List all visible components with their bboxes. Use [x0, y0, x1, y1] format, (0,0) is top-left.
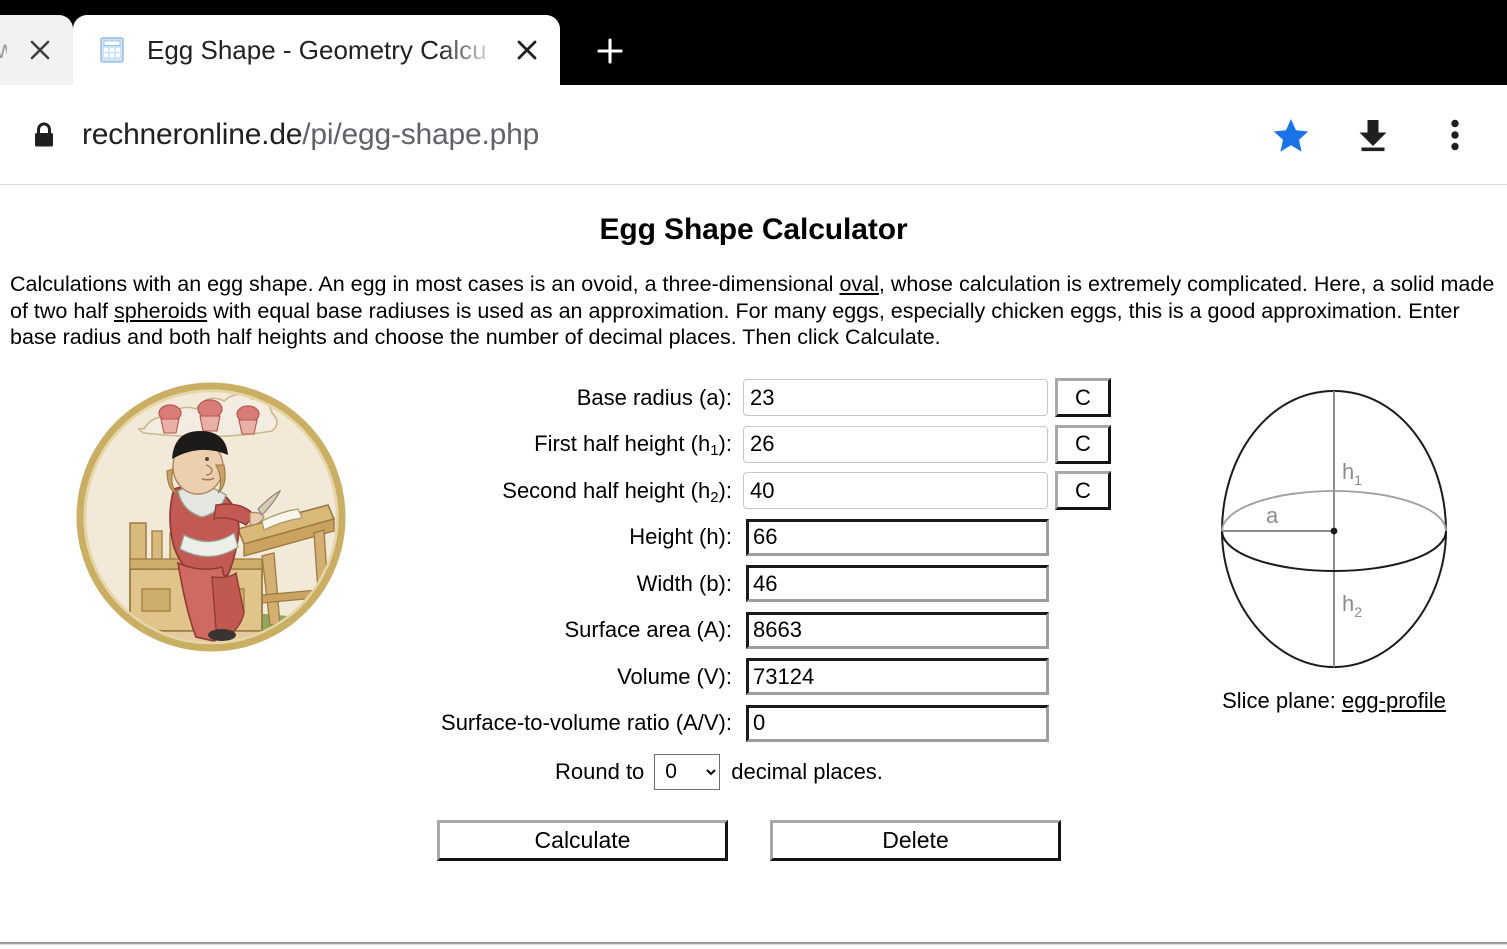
download-icon[interactable] — [1345, 107, 1401, 163]
output-surface-to-volume-ratio[interactable] — [746, 704, 1049, 742]
label-suffix: ): — [718, 431, 732, 457]
input-first-half-height[interactable] — [743, 425, 1048, 463]
medieval-scribe-illustration — [76, 382, 345, 651]
tab-title-inactive: w — [0, 36, 7, 65]
browser-toolbar: rechneronline.de/pi/egg-shape.php — [0, 85, 1507, 185]
clear-second-half-height-button[interactable]: C — [1055, 471, 1111, 511]
form-row-volume: Volume (V): — [413, 654, 1169, 701]
intro-text-3: with equal base radiuses is used as an a… — [10, 298, 1460, 350]
clear-base-radius-button[interactable]: C — [1055, 378, 1111, 418]
output-width[interactable] — [746, 565, 1049, 603]
form-row-first-half-height: First half height (h1): C — [413, 421, 1169, 468]
calculator-icon — [97, 35, 127, 65]
form-row-surface-to-volume-ratio: Surface-to-volume ratio (A/V): — [413, 700, 1169, 747]
tab-strip: w Egg Shape - Geomet — [0, 0, 1507, 85]
label-width: Width (b): — [636, 570, 732, 596]
browser-tab-inactive[interactable]: w — [0, 15, 73, 85]
label-suffix: ): — [718, 477, 732, 503]
input-base-radius[interactable] — [743, 379, 1048, 417]
url-host: rechneronline.de — [82, 117, 303, 151]
calculator-form: Base radius (a): C First half height (h1… — [413, 373, 1169, 861]
oval-link[interactable]: oval — [839, 272, 878, 296]
intro-text-1: Calculations with an egg shape. An egg i… — [10, 272, 840, 296]
calculate-button[interactable]: Calculate — [437, 819, 728, 861]
output-height[interactable] — [746, 518, 1049, 556]
illustration-column — [8, 373, 413, 653]
label-subscript: 2 — [710, 488, 719, 506]
page-content: Egg Shape Calculator Calculations with a… — [0, 213, 1507, 949]
label-surface-area: Surface area (A): — [564, 617, 732, 643]
url-path: /pi/egg-shape.php — [302, 117, 540, 151]
label-text: First half height (h — [534, 431, 711, 457]
new-tab-button[interactable] — [582, 23, 638, 79]
close-icon[interactable] — [510, 33, 544, 67]
label-text: Second half height (h — [502, 477, 711, 503]
decimal-places-suffix: decimal places. — [731, 758, 883, 784]
spheroids-link[interactable]: spheroids — [114, 299, 207, 323]
label-a: a — [1266, 503, 1279, 528]
round-to-row: Round to 012345678910 decimal places. — [413, 747, 1169, 797]
output-surface-area[interactable] — [746, 611, 1049, 649]
round-to-label: Round to — [555, 758, 645, 784]
label-first-half-height: First half height (h1): — [413, 431, 743, 460]
label-surface-to-volume-ratio: Surface-to-volume ratio (A/V): — [441, 710, 732, 736]
form-row-height: Height (h): — [413, 514, 1169, 561]
close-icon[interactable] — [23, 33, 57, 67]
intro-paragraph: Calculations with an egg shape. An egg i… — [8, 271, 1499, 351]
page-title: Egg Shape Calculator — [599, 213, 908, 246]
browser-tab-active[interactable]: Egg Shape - Geometry Calcu — [73, 15, 560, 85]
label-height: Height (h): — [629, 524, 732, 550]
label-h2: h2 — [1342, 591, 1362, 620]
form-row-second-half-height: Second half height (h2): C — [413, 468, 1169, 515]
label-volume: Volume (V): — [617, 663, 732, 689]
main-row: Base radius (a): C First half height (h1… — [8, 373, 1499, 861]
address-bar[interactable]: rechneronline.de/pi/egg-shape.php — [82, 118, 1237, 152]
decimal-places-select[interactable]: 012345678910 — [654, 753, 721, 790]
form-row-width: Width (b): — [413, 561, 1169, 608]
three-dot-menu-icon[interactable] — [1427, 107, 1483, 163]
footer-divider — [0, 942, 1507, 945]
slice-plane-prefix: Slice plane: — [1222, 687, 1342, 713]
egg-shape-diagram: h1 h2 a — [1220, 389, 1448, 668]
label-second-half-height: Second half height (h2): — [413, 477, 743, 506]
output-volume[interactable] — [746, 658, 1049, 696]
label-base-radius: Base radius (a): — [576, 384, 732, 410]
label-h1: h1 — [1342, 459, 1362, 488]
form-row-surface-area: Surface area (A): — [413, 607, 1169, 654]
browser-chrome: w Egg Shape - Geomet — [0, 0, 1507, 185]
star-icon[interactable] — [1263, 107, 1319, 163]
delete-button[interactable]: Delete — [770, 819, 1061, 861]
label-subscript: 1 — [710, 442, 719, 460]
tab-title-active: Egg Shape - Geometry Calcu — [147, 34, 487, 65]
slice-plane-caption: Slice plane: egg-profile — [1169, 688, 1499, 714]
clear-first-half-height-button[interactable]: C — [1055, 424, 1111, 464]
lock-icon[interactable] — [20, 111, 68, 159]
egg-profile-link[interactable]: egg-profile — [1342, 688, 1446, 713]
diagram-column: h1 h2 a Slice plane: egg-profile — [1169, 373, 1499, 714]
form-row-base-radius: Base radius (a): C — [413, 375, 1169, 422]
input-second-half-height[interactable] — [743, 472, 1048, 510]
action-buttons-row: Calculate Delete — [413, 819, 1169, 861]
